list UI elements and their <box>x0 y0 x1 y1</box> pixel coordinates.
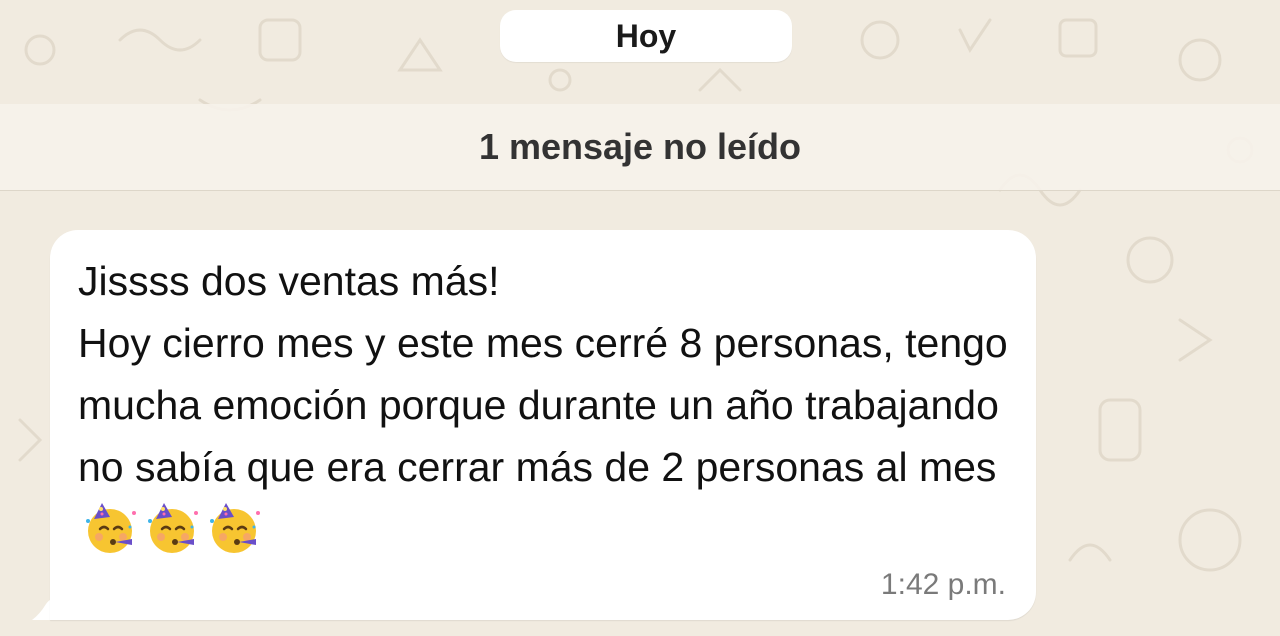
unread-messages-banner: 1 mensaje no leído <box>0 104 1280 191</box>
message-body: Jissss dos ventas más! Hoy cierro mes y … <box>78 258 1008 490</box>
partying-face-icon <box>80 499 140 557</box>
date-divider: Hoy <box>500 10 792 62</box>
incoming-message-bubble[interactable]: Jissss dos ventas más! Hoy cierro mes y … <box>50 230 1036 620</box>
message-text: Jissss dos ventas más! Hoy cierro mes y … <box>78 250 1018 560</box>
message-emojis <box>78 503 264 553</box>
message-timestamp: 1:42 p.m. <box>880 568 1006 601</box>
partying-face-icon <box>204 499 264 557</box>
partying-face-icon <box>142 499 202 557</box>
